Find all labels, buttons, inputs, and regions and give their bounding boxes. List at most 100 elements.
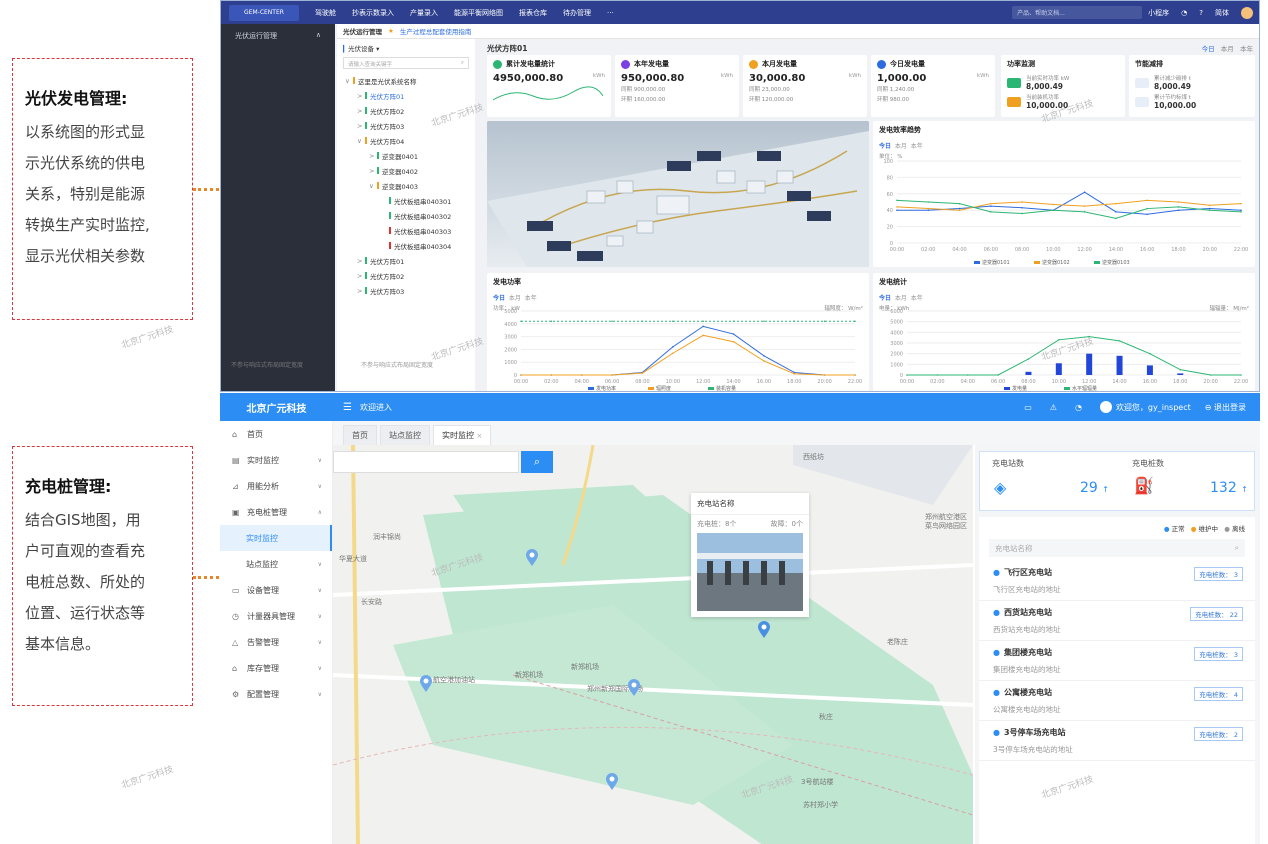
help-icon[interactable]: ? [1199,9,1203,17]
tab-year[interactable]: 本年 [525,295,537,302]
tree-node[interactable]: > 光伏方阵01 [337,253,475,268]
tree-node[interactable]: 光伏板组串040302 [337,208,475,223]
sidebar-item[interactable]: △ 告警管理 ∨ [220,629,332,655]
map-search-input[interactable] [333,451,519,473]
tab-year[interactable]: 本年 [1240,45,1253,53]
data-point [1208,209,1211,211]
sidebar-item[interactable]: ⌂ 库存管理 ∨ [220,655,332,681]
legend-label: 发电功率 [596,385,616,392]
tree-node[interactable]: > 光伏方阵02 [337,268,475,283]
tab-month[interactable]: 本月 [895,143,907,150]
tab-home[interactable]: 首页 [343,425,377,445]
sidebar-item[interactable]: ▭ 设备管理 ∨ [220,577,332,603]
tree-toggle-icon[interactable]: ∨ [357,137,365,145]
status-bar [377,152,379,159]
avatar[interactable] [1241,6,1253,19]
station-pin[interactable] [605,773,619,791]
nav-item[interactable]: 能源平衡网络图 [454,8,503,18]
sidebar-item[interactable]: 站点监控 ∨ [220,551,332,577]
tab-year[interactable]: 本年 [911,143,923,150]
tree-node[interactable]: 光伏板组串040304 [337,238,475,253]
station-search-input[interactable]: 充电站名称 ⌕ [989,539,1245,557]
tab-today[interactable]: 今日 [879,143,891,150]
nav-item[interactable]: 驾驶舱 [315,8,336,18]
tree-toggle-icon[interactable]: > [357,257,365,265]
bell-icon[interactable]: ◔ [1075,403,1082,412]
menu-toggle-icon[interactable]: ☰ [343,402,352,413]
sidebar-item[interactable]: ⌂ 首页 [220,421,332,447]
station-pin[interactable] [757,621,771,639]
tree-node[interactable]: 光伏板组串040303 [337,223,475,238]
sidebar-item[interactable]: 实时监控 [220,525,332,551]
alert-icon[interactable]: ⚠ [1050,403,1057,412]
data-point [1027,358,1030,360]
tree-node[interactable]: > 逆变器0402 [337,163,475,178]
tree-select[interactable]: ▎光伏设备 ▾ [337,39,475,57]
station-pin[interactable] [525,549,539,567]
tab-today[interactable]: 今日 [493,295,505,302]
list-item[interactable]: ● 西货站充电站 西货站充电站的地址 充电桩数： 22 [979,601,1255,641]
sidebar-item[interactable]: ◷ 计量器具管理 ∨ [220,603,332,629]
logout-button[interactable]: ⊖ 退出登录 [1205,402,1246,413]
tree-node[interactable]: ∨ 逆变器0403 [337,178,475,193]
tab-month[interactable]: 本月 [895,295,907,302]
close-icon[interactable]: × [477,432,483,440]
tree-node[interactable]: 光伏板组串040301 [337,193,475,208]
sidebar-item[interactable]: ▣ 充电桩管理 ∧ [220,499,332,525]
list-item[interactable]: ● 飞行区充电站 飞行区充电站的地址 充电桩数： 3 [979,561,1255,601]
sidebar-item[interactable]: ⊿ 用能分析 ∨ [220,473,332,499]
tree-toggle-icon[interactable]: > [357,92,365,100]
list-item[interactable]: ● 公寓楼充电站 公寓楼充电站的地址 充电桩数： 4 [979,681,1255,721]
gem-logo[interactable]: GEM-CENTER [229,4,299,21]
tree-node[interactable]: > 光伏方阵03 [337,283,475,298]
monitor-icon[interactable]: ▭ [1024,403,1032,412]
tree-toggle-icon[interactable]: > [369,167,377,175]
tab-month[interactable]: 本月 [509,295,521,302]
tree-search-input[interactable]: 请输入查询关键字 ⌕ [343,57,469,69]
tree-node[interactable]: ∨ 这里是光伏系统名称 [337,73,475,88]
star-icon[interactable]: ★ [388,27,394,35]
guide-link[interactable]: 生产过程总配套使用指南 [400,26,472,36]
tab-today[interactable]: 今日 [1202,45,1215,53]
station-pin[interactable] [419,675,433,693]
tab-station-monitor[interactable]: 站点监控 [380,425,430,445]
tab-month[interactable]: 本月 [1221,45,1234,53]
nav-search-input[interactable]: 产品、帮助文档... [1012,6,1143,19]
tab-realtime-monitor[interactable]: 实时监控 × [433,425,492,445]
station-popup[interactable]: 充电站名称 充电桩：8个 故障：0个 [691,493,809,617]
tree-node[interactable]: ∨ 光伏方阵04 [337,133,475,148]
nav-item[interactable]: 产量录入 [410,8,438,18]
list-item[interactable]: ● 集团楼充电站 集团楼充电站的地址 充电桩数： 3 [979,641,1255,681]
nav-item[interactable]: 抄表示数录入 [352,8,394,18]
list-item[interactable]: ● 3号停车场充电站 3号停车场充电站的地址 充电桩数： 2 [979,721,1255,761]
bell-icon[interactable]: ◔ [1181,9,1187,17]
tree-toggle-icon[interactable]: > [357,107,365,115]
tab-today[interactable]: 今日 [879,295,891,302]
charging-app-screenshot: 北京广元科技 ☰ 欢迎进入 ▭ ⚠ ◔ 欢迎您，gy_inspect ⊖ 退出登… [220,393,1260,844]
tree-toggle-icon[interactable]: > [357,122,365,130]
status-bar [365,137,367,144]
station-pin[interactable] [627,679,641,697]
language-switch[interactable]: 简体 [1215,8,1229,18]
tree-node[interactable]: > 光伏方阵01 [337,88,475,103]
tree-toggle-icon[interactable]: ∨ [345,77,353,85]
sidebar-item-pv-ops[interactable]: 光伏运行管理 ∧ [221,24,335,48]
gis-map[interactable]: ⌕ 西纸坊 润丰锦尚 华夏大道 长安路 郑州航空港区菜鸟网络园区 老陈庄 新郑机场 新郑机场郑… [333,445,973,844]
tree-toggle-icon[interactable]: > [357,287,365,295]
nav-more[interactable]: ··· [607,9,614,17]
avatar[interactable] [1099,401,1112,413]
tree-toggle-icon[interactable]: > [357,272,365,280]
sidebar-item[interactable]: ▤ 实时监控 ∨ [220,447,332,473]
sidebar-item[interactable]: ⚙ 配置管理 ∨ [220,681,332,707]
nav-item[interactable]: 报表仓库 [519,8,547,18]
pv-system-diagram[interactable] [487,121,869,267]
mini-program-link[interactable]: 小程序 [1148,8,1169,18]
tree-node[interactable]: > 逆变器0401 [337,148,475,163]
tab-year[interactable]: 本年 [911,295,923,302]
tree-toggle-icon[interactable]: ∨ [369,182,377,190]
y-tick-label: 40 [887,208,893,214]
data-point [702,325,704,328]
tree-toggle-icon[interactable]: > [369,152,377,160]
map-search-button[interactable]: ⌕ [521,451,553,473]
nav-item[interactable]: 待办管理 [563,8,591,18]
